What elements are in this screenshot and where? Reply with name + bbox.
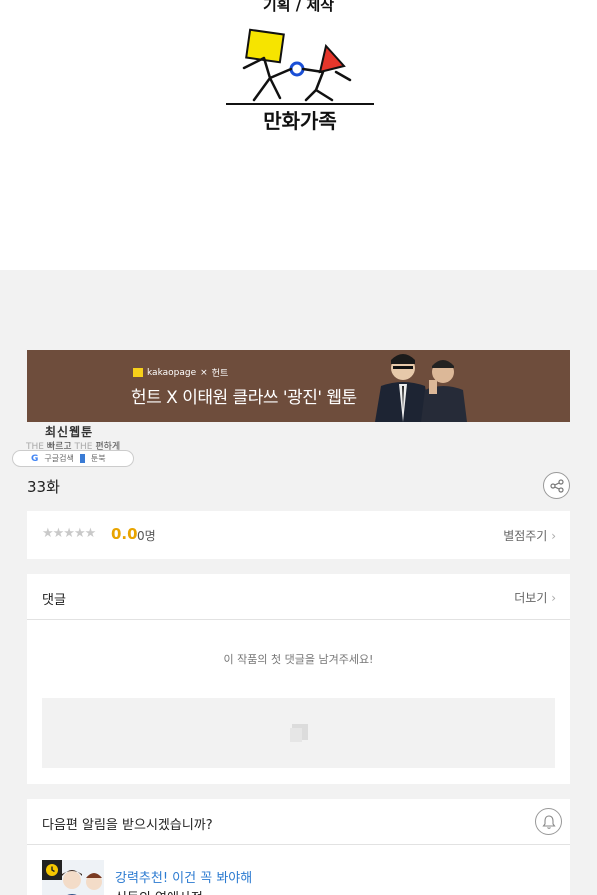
logo-text: 만화가족 [263,109,337,132]
banner-characters-image [363,350,473,422]
tag-site-label: 툰북 [90,454,106,463]
rating-score: 0.0 [111,525,138,543]
notify-bell-button[interactable] [535,808,562,835]
placeholder-image-icon [290,724,308,742]
notify-card: 다음편 알림을 받으시겠습니까? 강력추천! 이건 꼭 봐야해 신동의 연애사정 [27,799,570,895]
tag-search-pill[interactable]: G 구글검색 툰북 [12,450,134,467]
promo-banner[interactable]: kakaopage × 헌트 헌트 X 이태원 클라쓰 '광진' 웹툰 [27,350,570,422]
rating-count: 0명 [137,529,156,543]
manhwagajok-logo[interactable]: 만화가족 [224,28,376,133]
chevron-right-icon: › [551,529,556,543]
toonbook-icon [79,454,85,463]
notify-title: 다음편 알림을 받으시겠습니까? [42,818,213,833]
comments-title: 댓글 [42,593,66,608]
tag-google-label: 구글검색 [44,454,74,463]
tag-title: 최신웹툰 [45,425,94,439]
episode-title: 33화 [27,478,60,496]
google-icon: G [31,453,39,464]
recommendation-title[interactable]: 신동의 연애사정 [115,887,203,895]
banner-brand-name: kakaopage [147,367,197,378]
header-area: 기획 / 제작 만화가족 [0,0,597,270]
banner-brand-partner: 헌트 [211,369,229,379]
rate-button-label: 별점주기 [503,529,548,543]
clock-icon [46,864,58,876]
recommendation-label[interactable]: 강력추천! 이건 꼭 봐야해 [115,867,252,886]
banner-brand-x: × [200,367,208,378]
comments-more-button[interactable]: 더보기 › [514,589,556,606]
comments-header: 댓글 더보기 › [27,574,570,620]
rate-button[interactable]: 별점주기 › [503,527,556,544]
share-icon [549,478,564,493]
comments-empty-message: 이 작품의 첫 댓글을 남겨주세요! [223,653,374,666]
notify-header: 다음편 알림을 받으시겠습니까? [27,799,570,845]
star-rating-icon: ★★★★★ [42,526,96,541]
credit-text: 기획 / 제작 [262,0,335,14]
bell-icon [541,814,556,829]
comments-more-label: 더보기 [514,591,548,605]
kakaopage-logo-icon [133,368,143,377]
recommendation-thumbnail[interactable] [42,860,104,895]
rating-card: ★★★★★ 0.0 0명 별점주기 › [27,511,570,559]
comments-card: 댓글 더보기 › 이 작품의 첫 댓글을 남겨주세요! [27,574,570,784]
banner-brand: kakaopage × 헌트 [133,366,228,379]
comment-input-area[interactable] [42,698,555,768]
logo-illustration: 만화가족 [226,28,374,133]
chevron-right-icon: › [551,591,556,605]
latest-webtoon-tag[interactable]: 최신웹툰 THE 빠르고 THE 편하게 G 구글검색 툰북 [12,422,134,468]
clock-badge [42,860,62,880]
share-button[interactable] [543,472,570,499]
banner-title: 헌트 X 이태원 클라쓰 '광진' 웹툰 [131,388,357,408]
